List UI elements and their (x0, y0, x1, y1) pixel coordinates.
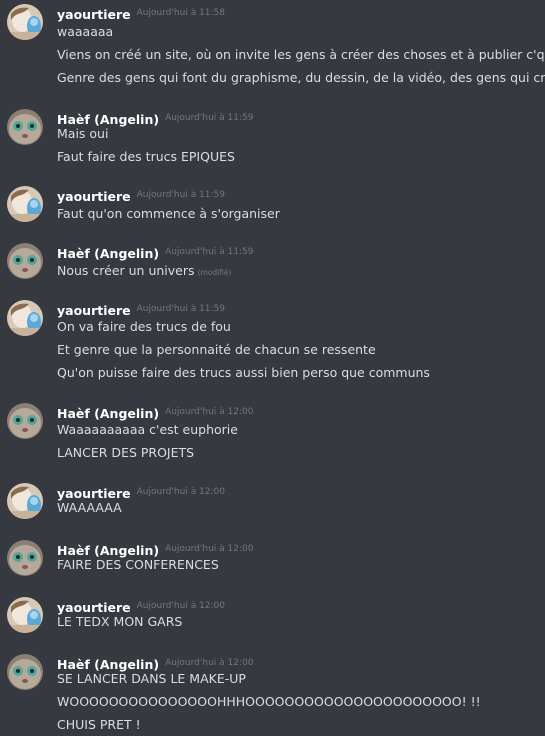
message-text: Nous créer un univers (modifié) (57, 263, 231, 281)
avatar-yaourtiere-icon[interactable] (7, 483, 43, 519)
avatar-yaourtiere-icon[interactable] (7, 597, 43, 633)
message-text: WAAAAAA (57, 500, 122, 515)
avatar-yaourtiere-icon[interactable] (7, 186, 43, 222)
message-header: Haèf (Angelin) Aujourd'hui à 12:00 (57, 403, 253, 422)
avatar-haef-icon[interactable] (7, 403, 43, 439)
avatar-haef-icon[interactable] (7, 109, 43, 145)
message-text: Faut faire des trucs EPIQUES (57, 149, 235, 164)
timestamp[interactable]: Aujourd'hui à 12:00 (165, 654, 253, 671)
message-text: Qu'on puisse faire des trucs aussi bien … (57, 365, 430, 380)
avatar-haef-icon[interactable] (7, 654, 43, 690)
username[interactable]: yaourtiere (57, 189, 131, 205)
timestamp[interactable]: Aujourd'hui à 12:00 (137, 597, 225, 614)
message-text: Faut qu'on commence à s'organiser (57, 206, 280, 221)
message-text: WOOOOOOOOOOOOOOOHHHOOOOOOOOOOOOOOOOOOOOO… (57, 694, 481, 709)
timestamp[interactable]: Aujourd'hui à 11:59 (165, 109, 253, 126)
message-text: LE TEDX MON GARS (57, 614, 183, 629)
timestamp[interactable]: Aujourd'hui à 11:59 (165, 243, 253, 260)
message-text: On va faire des trucs de fou (57, 319, 231, 334)
timestamp[interactable]: Aujourd'hui à 12:00 (137, 483, 225, 500)
avatar-yaourtiere-icon[interactable] (7, 4, 43, 40)
username[interactable]: yaourtiere (57, 7, 131, 23)
timestamp[interactable]: Aujourd'hui à 11:59 (137, 300, 225, 317)
avatar-haef-icon[interactable] (7, 243, 43, 279)
message-text: CHUIS PRET ! (57, 717, 141, 732)
message-text: Waaaaaaaaaa c'est euphorie (57, 422, 238, 437)
message-text-content: Nous créer un univers (57, 263, 195, 278)
message-text: Et genre que la personnaité de chacun se… (57, 342, 376, 357)
avatar-haef-icon[interactable] (7, 540, 43, 576)
timestamp[interactable]: Aujourd'hui à 12:00 (165, 403, 253, 420)
message-text-content: Genre des gens qui font du graphisme, du… (57, 70, 545, 85)
message-header: Haèf (Angelin) Aujourd'hui à 12:00 (57, 540, 253, 558)
message-header: yaourtiere Aujourd'hui à 12:00 (57, 483, 225, 501)
message-text: LANCER DES PROJETS (57, 445, 195, 460)
username[interactable]: Haèf (Angelin) (57, 246, 159, 262)
message-header: Haèf (Angelin) Aujourd'hui à 11:59 (57, 243, 253, 262)
message-header: yaourtiere Aujourd'hui à 11:58 (57, 4, 225, 23)
message-text: FAIRE DES CONFERENCES (57, 557, 219, 572)
timestamp[interactable]: Aujourd'hui à 11:59 (137, 186, 225, 203)
message-text: Mais oui (57, 126, 109, 141)
message-header: Haèf (Angelin) Aujourd'hui à 12:00 (57, 654, 253, 672)
message-header: yaourtiere Aujourd'hui à 11:59 (57, 186, 225, 205)
message-text: waaaaaa (57, 24, 114, 39)
message-header: Haèf (Angelin) Aujourd'hui à 11:59 (57, 109, 253, 127)
edited-label: (modifié) (197, 268, 232, 277)
message-text: SE LANCER DANS LE MAKE-UP (57, 671, 246, 686)
username[interactable]: yaourtiere (57, 303, 131, 319)
message-text: Viens on créé un site, où on invite les … (57, 47, 545, 62)
chat-message-list[interactable]: yaourtiere Aujourd'hui à 11:58 waaaaaa Vi… (0, 0, 545, 736)
avatar-yaourtiere-icon[interactable] (7, 300, 43, 336)
message-header: yaourtiere Aujourd'hui à 12:00 (57, 597, 225, 615)
username[interactable]: Haèf (Angelin) (57, 406, 159, 422)
timestamp[interactable]: Aujourd'hui à 11:58 (137, 4, 225, 21)
timestamp[interactable]: Aujourd'hui à 12:00 (165, 540, 253, 557)
message-text: Genre des gens qui font du graphisme, du… (57, 70, 545, 88)
message-header: yaourtiere Aujourd'hui à 11:59 (57, 300, 225, 319)
